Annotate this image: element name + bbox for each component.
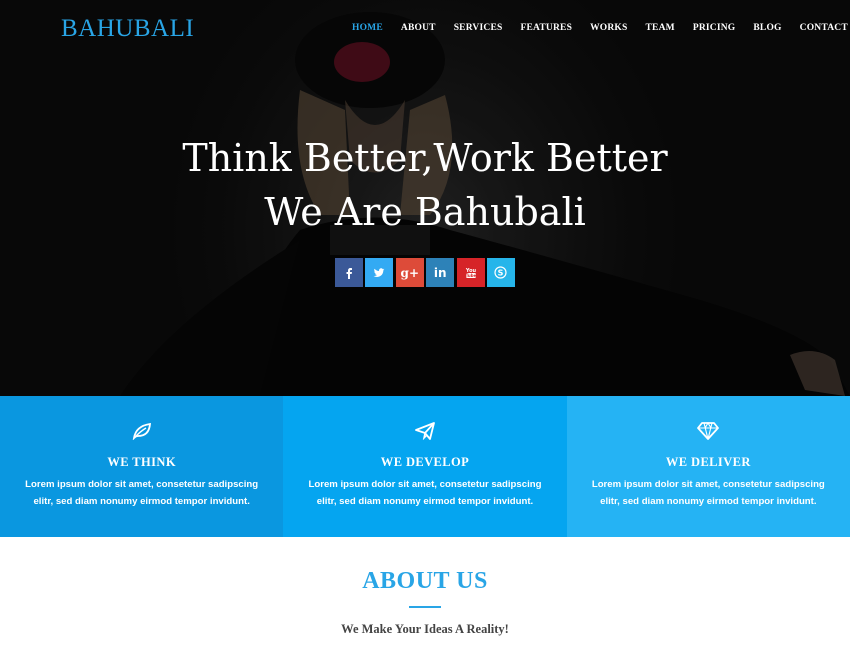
facebook-icon[interactable] (335, 258, 363, 287)
hero-title-line1: Think Better,Work Better (182, 136, 668, 180)
hero-section: BAHUBALI HOME ABOUT SERVICES FEATURES WORKS T… (0, 0, 850, 396)
feature-card-2: WE DEVELOP Lorem ipsum dolor sit amet, co… (283, 396, 567, 537)
feature-title: WE DEVELOP (380, 455, 470, 469)
social-links: g+ in You Tube S (335, 258, 517, 287)
site-logo[interactable]: BAHUBALI (61, 15, 194, 43)
google-plus-icon[interactable]: g+ (395, 258, 424, 287)
feature-text: Lorem ipsum dolor sit amet, consetetur s… (308, 479, 542, 507)
about-title: ABOUT US (362, 568, 488, 594)
about-subtitle: We Make Your Ideas A Reality! (341, 622, 509, 636)
nav-item-services[interactable]: SERVICES (454, 23, 503, 33)
about-divider (409, 606, 441, 608)
nav-item-works[interactable]: WORKS (590, 23, 627, 33)
nav-item-blog[interactable]: BLOG (753, 23, 781, 33)
svg-text:S: S (498, 268, 504, 277)
twitter-icon[interactable] (365, 258, 394, 287)
nav-item-features[interactable]: FEATURES (520, 23, 572, 33)
feature-title: WE DELIVER (665, 455, 751, 469)
feature-text: Lorem ipsum dolor sit amet, consetetur s… (25, 479, 259, 507)
paper-plane-icon (283, 422, 566, 442)
nav-item-home[interactable]: HOME (352, 23, 383, 33)
linkedin-icon[interactable]: in (426, 258, 455, 287)
feature-card-1: WE THINK Lorem ipsum dolor sit amet, cons… (0, 396, 284, 537)
leaf-icon (0, 422, 283, 442)
nav-item-about[interactable]: ABOUT (401, 23, 436, 33)
nav-item-pricing[interactable]: PRICING (693, 23, 736, 33)
main-nav: HOME ABOUT SERVICES FEATURES WORKS TEAM PRICIN… (352, 23, 850, 33)
nav-item-team[interactable]: TEAM (646, 23, 675, 33)
nav-item-contact[interactable]: CONTACT (800, 23, 848, 33)
feature-title: WE THINK (107, 455, 176, 469)
features-section: WE THINK Lorem ipsum dolor sit amet, cons… (0, 396, 850, 537)
feature-text: Lorem ipsum dolor sit amet, consetetur s… (591, 479, 825, 507)
diamond-icon (567, 422, 850, 442)
feature-card-3: WE DELIVER Lorem ipsum dolor sit amet, co… (566, 396, 850, 537)
skype-icon[interactable]: S (486, 258, 515, 287)
youtube-icon[interactable]: You Tube (456, 258, 485, 287)
hero-title-line2: We Are Bahubali (264, 190, 586, 234)
svg-text:Tube: Tube (465, 273, 476, 278)
